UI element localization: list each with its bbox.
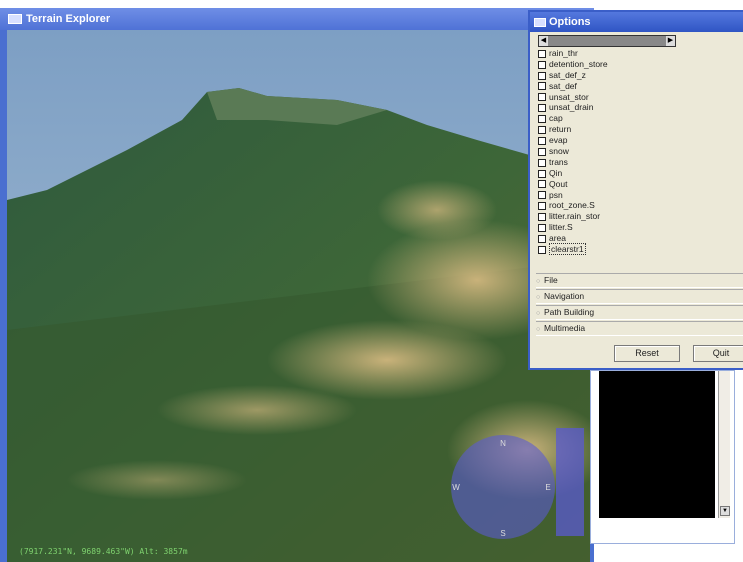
checkbox[interactable]	[538, 245, 546, 254]
checkbox[interactable]	[538, 125, 546, 134]
variable-label: rain_thr	[549, 48, 578, 58]
variable-label: sat_def	[549, 80, 577, 91]
altitude-bar[interactable]	[556, 428, 584, 536]
terrain-explorer-window: Terrain Explorer (7917.231"N, 9689.463"W…	[0, 8, 594, 562]
checkbox[interactable]	[538, 49, 546, 58]
checkbox[interactable]	[538, 169, 546, 178]
variable-label: root_zone.S	[549, 200, 595, 211]
checkbox[interactable]	[538, 71, 546, 80]
checkbox[interactable]	[538, 191, 546, 200]
compass-n: N	[500, 439, 506, 448]
variable-label: cap	[549, 113, 563, 124]
scroll-right-icon[interactable]: ▶	[666, 36, 675, 46]
options-window: Options ◀ ▶ rain_thr detention_store sat_d…	[528, 10, 743, 370]
variable-item[interactable]: detention_store	[538, 59, 738, 70]
options-titlebar[interactable]: Options	[530, 12, 743, 32]
checkbox[interactable]	[538, 180, 546, 189]
variable-label: return	[549, 124, 572, 135]
scroll-left-icon[interactable]: ◀	[539, 36, 548, 46]
expand-icon: ○	[536, 294, 541, 301]
section-multimedia[interactable]: ○ Multimedia	[536, 321, 743, 336]
variable-item[interactable]: evap	[538, 135, 738, 146]
variable-label: psn	[549, 189, 563, 200]
variable-item[interactable]: unsat_stor	[538, 92, 738, 103]
variable-item[interactable]: return	[538, 124, 738, 135]
expand-icon: ○	[536, 326, 541, 333]
section-file[interactable]: ○ File	[536, 273, 743, 288]
checkbox[interactable]	[538, 136, 546, 145]
variable-label: snow	[549, 146, 569, 157]
checkbox[interactable]	[538, 60, 546, 69]
variable-label: unsat_drain	[549, 102, 594, 113]
window-icon	[8, 14, 22, 25]
console-window: ▼	[590, 370, 735, 544]
reset-button[interactable]: Reset	[614, 345, 680, 362]
compass-w: W	[452, 483, 460, 492]
variable-item[interactable]: litter.S	[538, 222, 738, 233]
variable-label: litter.S	[549, 222, 573, 233]
checkbox[interactable]	[538, 234, 546, 243]
variable-item[interactable]: clearstr1	[538, 243, 738, 256]
variable-item[interactable]: sat_def_z	[538, 70, 738, 81]
console-scrollbar[interactable]: ▼	[718, 371, 730, 518]
horizontal-scrollbar[interactable]: ◀ ▶	[538, 35, 676, 47]
section-navigation[interactable]: ○ Navigation	[536, 289, 743, 304]
checkbox[interactable]	[538, 224, 546, 232]
variable-label: detention_store	[549, 58, 608, 69]
variable-item[interactable]: rain_thr	[538, 48, 738, 59]
checkbox[interactable]	[538, 104, 546, 113]
variable-list: rain_thr detention_store sat_def_z sat_def u…	[538, 48, 738, 256]
variable-label: clearstr1	[549, 243, 586, 256]
options-title-text: Options	[549, 16, 591, 28]
checkbox[interactable]	[538, 147, 546, 156]
variable-item[interactable]: psn	[538, 190, 738, 201]
compass-widget[interactable]: N S E W	[448, 432, 558, 542]
variable-item[interactable]: root_zone.S	[538, 200, 738, 211]
variable-item[interactable]: unsat_drain	[538, 102, 738, 113]
compass-s: S	[500, 529, 505, 538]
checkbox[interactable]	[538, 93, 546, 102]
window-icon	[534, 17, 546, 27]
variable-label: Qin	[549, 167, 563, 178]
expand-icon: ○	[536, 310, 541, 317]
terrain-titlebar[interactable]: Terrain Explorer	[0, 8, 594, 30]
checkbox[interactable]	[538, 213, 546, 222]
checkbox[interactable]	[538, 82, 546, 91]
variable-item[interactable]: snow	[538, 146, 738, 157]
section-path-building[interactable]: ○ Path Building	[536, 305, 743, 320]
coordinate-readout: (7917.231"N, 9689.463"W) Alt: 3857m	[19, 547, 188, 556]
variable-label: Qout	[549, 178, 568, 189]
checkbox[interactable]	[538, 115, 546, 124]
variable-item[interactable]: cap	[538, 113, 738, 124]
terrain-title-text: Terrain Explorer	[26, 13, 111, 25]
compass-e: E	[545, 483, 550, 492]
variable-label: litter.rain_stor	[549, 211, 601, 222]
variable-label: area	[549, 233, 567, 244]
variable-label: evap	[549, 135, 568, 146]
scroll-down-icon[interactable]: ▼	[720, 506, 730, 516]
console-output	[599, 371, 715, 518]
variable-label: sat_def_z	[549, 69, 586, 80]
variable-item[interactable]: Qin	[538, 168, 738, 179]
expand-icon: ○	[536, 278, 541, 285]
quit-button[interactable]: Quit	[693, 345, 743, 362]
checkbox[interactable]	[538, 202, 546, 211]
variable-label: unsat_stor	[549, 91, 589, 102]
variable-item[interactable]: litter.rain_stor	[538, 211, 738, 222]
variable-item[interactable]: Qout	[538, 179, 738, 190]
checkbox[interactable]	[538, 158, 546, 167]
variable-item[interactable]: sat_def	[538, 81, 738, 92]
variable-item[interactable]: trans	[538, 157, 738, 168]
variable-label: trans	[549, 156, 568, 167]
